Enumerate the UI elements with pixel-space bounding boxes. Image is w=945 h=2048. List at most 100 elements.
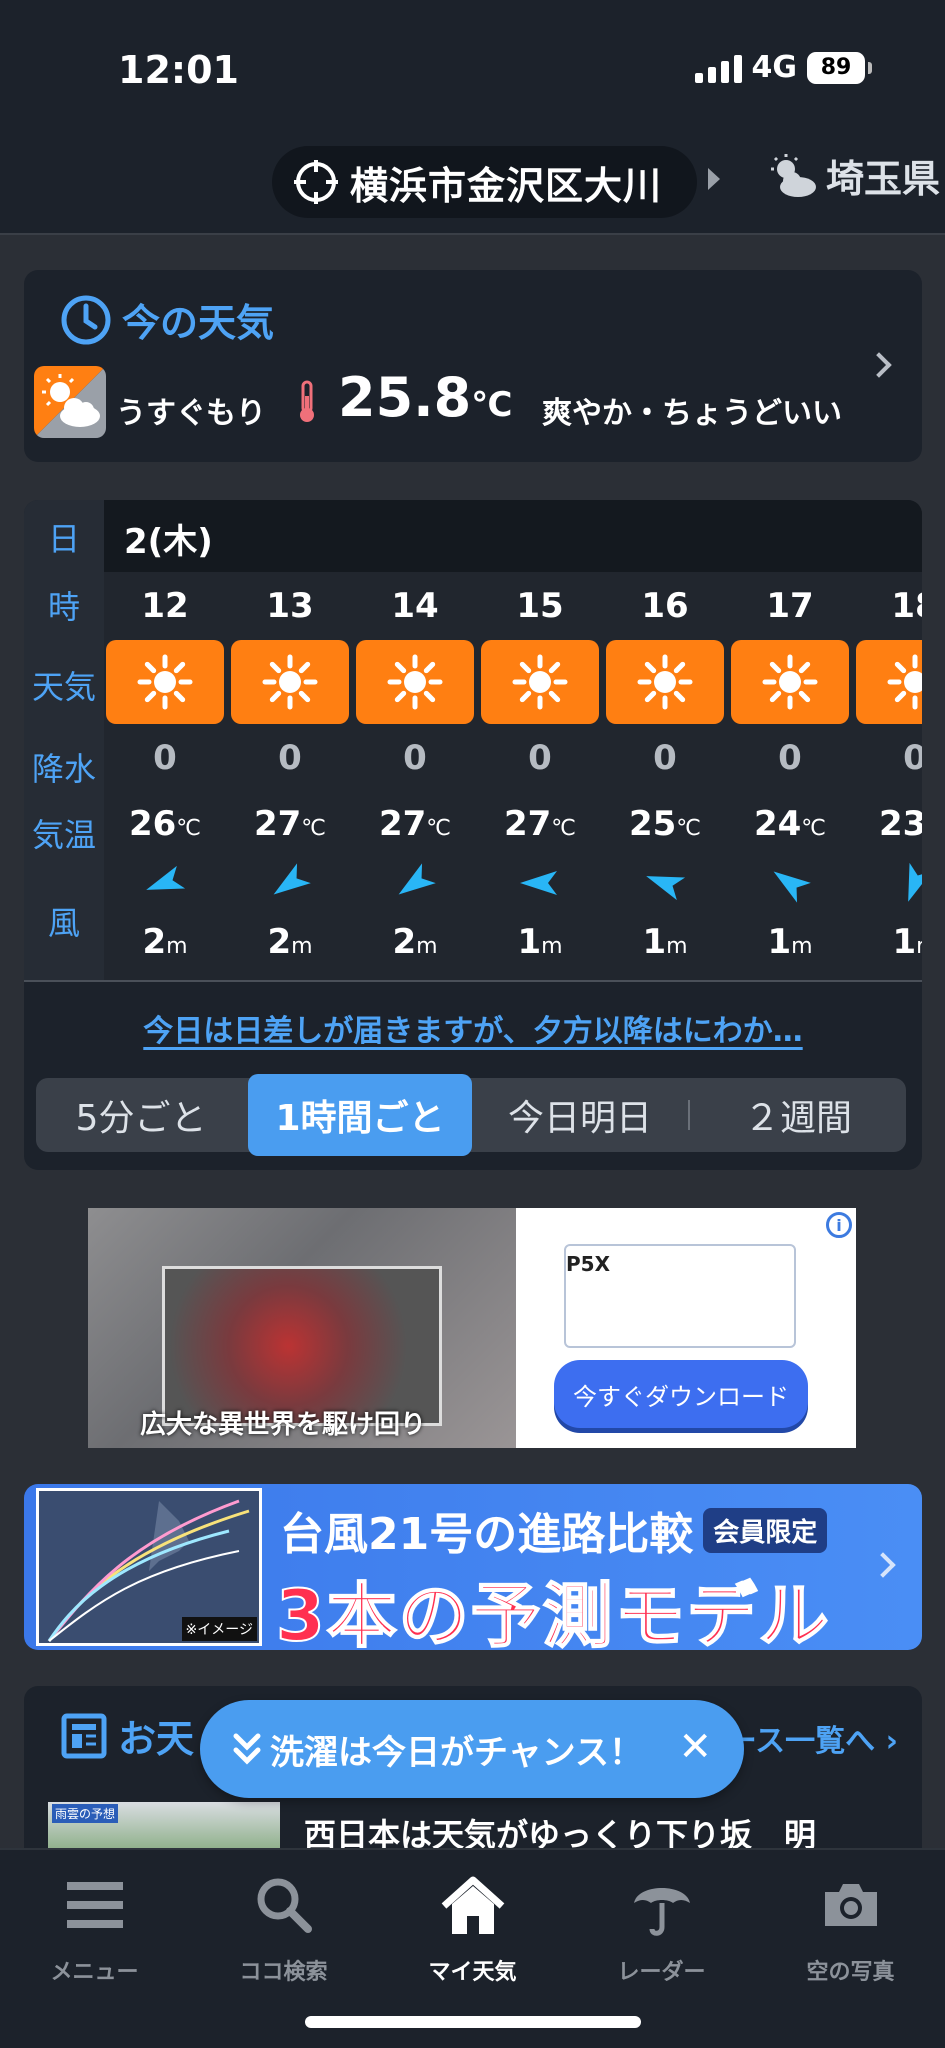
hour-label: 17 — [766, 586, 814, 626]
status-time: 12:01 — [118, 48, 239, 92]
hourly-forecast-card: 日 時 天気 降水 気温 風 2(木) 12 0 26℃ 2m 13 0 27℃ 2m 14 0 2… — [24, 500, 922, 1170]
sun-cloud-icon — [34, 366, 106, 438]
toast-text: 洗濯は今日がチャンス！ — [270, 1732, 643, 1773]
tab-menu[interactable]: メニュー — [0, 1860, 189, 1986]
rain-value: 0 — [778, 738, 802, 778]
hour-label: 16 — [641, 586, 689, 626]
umbrella-icon — [567, 1860, 756, 1950]
next-location-tab[interactable]: 埼玉県 — [768, 148, 940, 203]
label-day: 日 — [47, 520, 80, 558]
wind-speed-value: 1m — [642, 922, 688, 962]
hour-label: 15 — [516, 586, 564, 626]
now-temperature: 25.8℃ — [338, 366, 513, 429]
laundry-toast[interactable]: 洗濯は今日がチャンス！ ✕ — [200, 1700, 744, 1798]
status-right: 4G 89 — [694, 50, 872, 85]
wind-direction-arrow-icon — [273, 863, 311, 895]
temp-value: 25℃ — [628, 804, 702, 844]
segment-2weeks[interactable]: ２週間 — [690, 1078, 906, 1152]
segment-hourly[interactable]: 1時間ごと — [248, 1074, 472, 1156]
news-title-text: お天 — [118, 1717, 195, 1761]
label-rain: 降水 — [31, 750, 96, 788]
segment-5min[interactable]: 5分ごと — [36, 1078, 246, 1152]
temp-value: 27℃ — [253, 804, 327, 844]
tab-radar[interactable]: レーダー — [567, 1860, 756, 1986]
tab-menu-label: メニュー — [50, 1960, 139, 1985]
status-bar: 12:01 4G 89 — [0, 0, 945, 130]
hourly-columns[interactable]: 12 0 26℃ 2m 13 0 27℃ 2m 14 0 27℃ 2m 15 0 27℃ 1m 16 0 25℃ 1m… — [104, 572, 922, 980]
tab-sky-photos-label: 空の写真 — [806, 1960, 895, 1985]
news-thumbnail-label: 雨雲の予想 — [52, 1804, 119, 1823]
segment-today-tomorrow[interactable]: 今日明日 — [472, 1078, 688, 1152]
next-location-name: 埼玉県 — [826, 157, 941, 201]
tab-my-weather[interactable]: マイ天気 — [378, 1860, 567, 1986]
tab-search-label: ココ検索 — [239, 1960, 328, 1985]
tab-sky-photos[interactable]: 空の写真 — [756, 1860, 945, 1986]
clock-icon — [61, 295, 111, 344]
tab-radar-label: レーダー — [617, 1960, 706, 1985]
location-bar: 横浜市金沢区大川 埼玉県 — [0, 130, 945, 235]
forecast-summary-link[interactable]: 今日は日差しが届きますが、夕方以降はにわか… — [24, 1006, 922, 1050]
hour-label: 18 — [891, 586, 922, 626]
rain-value: 0 — [403, 738, 427, 778]
signal-icon — [694, 53, 742, 83]
wind-speed-value: 2m — [392, 922, 438, 962]
ad-info-icon[interactable]: i — [826, 1212, 852, 1238]
wind-speed-value: 2m — [142, 922, 188, 962]
label-hour: 時 — [47, 588, 80, 626]
label-temp: 気温 — [31, 816, 96, 854]
partly-cloudy-icon — [771, 153, 816, 197]
wind-speed-value: 1m — [767, 922, 813, 962]
close-icon[interactable]: ✕ — [678, 1724, 712, 1770]
wind-direction-arrow-icon — [146, 865, 186, 890]
now-title-text: 今の天気 — [122, 301, 275, 345]
current-weather-card[interactable]: 今の天気 うすぐもり 25.8℃ 爽やか・ちょうどいい — [24, 270, 922, 462]
now-feel: 爽やか・ちょうどいい — [542, 396, 842, 431]
rain-value: 0 — [903, 738, 922, 778]
sun-icon — [481, 640, 599, 724]
wind-direction-arrow-icon — [520, 871, 557, 895]
news-list-link[interactable]: ース一覧へ › — [727, 1716, 898, 1760]
tab-search[interactable]: ココ検索 — [189, 1860, 378, 1986]
wind-speed-value: 1m — [892, 922, 922, 962]
location-target-icon — [294, 160, 338, 204]
wind-direction-arrow-icon — [773, 871, 811, 903]
chevron-right-icon — [866, 352, 892, 378]
ad-download-button[interactable]: 今すぐダウンロード — [554, 1360, 808, 1428]
now-title: 今の天気 — [60, 292, 274, 347]
forecast-day-row: 2(木) — [104, 500, 922, 572]
home-icon — [378, 1860, 567, 1950]
network-type: 4G — [751, 50, 798, 85]
typhoon-banner[interactable]: ※イメージ 台風21号の進路比較 会員限定 3本の予測モデル — [24, 1484, 922, 1650]
typhoon-map-image: ※イメージ — [36, 1488, 262, 1646]
rain-value: 0 — [528, 738, 552, 778]
search-icon — [189, 1860, 378, 1950]
chevron-right-icon — [870, 1552, 896, 1578]
sun-icon — [356, 640, 474, 724]
current-location-tab[interactable]: 横浜市金沢区大川 — [272, 146, 697, 218]
rain-value: 0 — [153, 738, 177, 778]
wind-direction-arrow-icon — [908, 862, 922, 902]
newspaper-icon — [61, 1713, 107, 1758]
thermometer-icon — [300, 380, 314, 422]
typhoon-map-label: ※イメージ — [181, 1617, 257, 1641]
rain-value: 0 — [653, 738, 677, 778]
wind-direction-arrow-icon — [646, 876, 686, 901]
forecast-day: 2(木) — [124, 522, 213, 562]
ad-banner[interactable]: 広大な異世界を駆け回り P5X 今すぐダウンロード i — [88, 1208, 856, 1448]
sun-icon — [106, 640, 224, 724]
home-indicator — [305, 2016, 641, 2028]
typhoon-title: 台風21号の進路比較 — [280, 1509, 694, 1560]
ad-box-text: P5X — [566, 1252, 610, 1276]
interval-segmented-control: 5分ごと 1時間ごと 今日明日 ２週間 — [36, 1074, 906, 1156]
sun-icon — [856, 640, 922, 724]
ad-image: 広大な異世界を駆け回り — [88, 1208, 516, 1448]
tab-my-weather-label: マイ天気 — [428, 1960, 517, 1985]
hour-label: 12 — [141, 586, 189, 626]
hour-label: 13 — [266, 586, 314, 626]
temp-value: 27℃ — [378, 804, 452, 844]
member-only-badge: 会員限定 — [703, 1507, 828, 1553]
label-weather: 天気 — [31, 668, 96, 706]
menu-icon — [0, 1860, 189, 1950]
wind-speed-value: 1m — [517, 922, 563, 962]
sun-icon — [731, 640, 849, 724]
